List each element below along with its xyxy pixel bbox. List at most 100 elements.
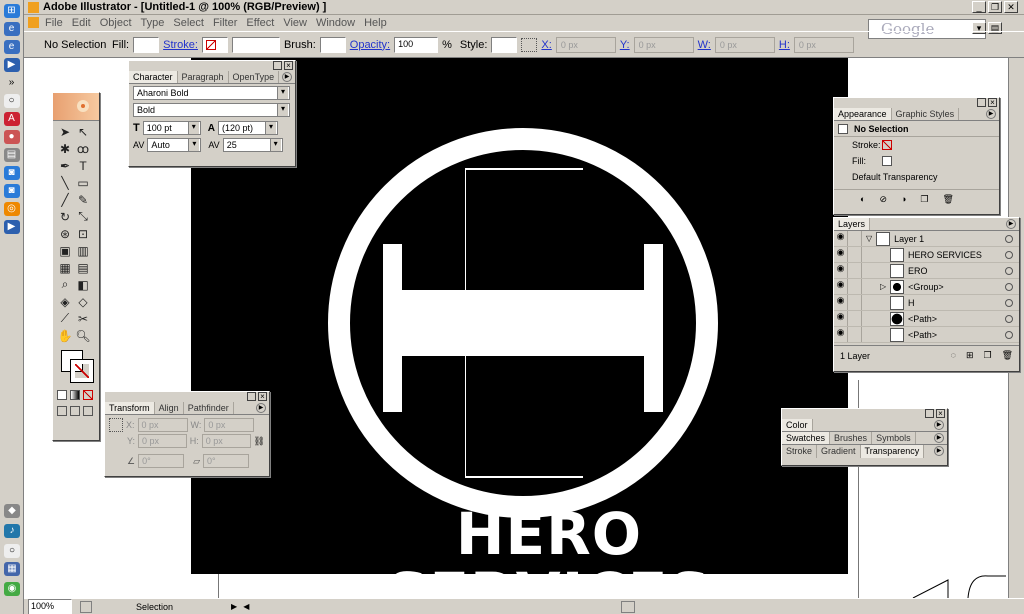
gradient-mode-icon[interactable] — [70, 390, 80, 400]
tab-symbols[interactable]: Symbols — [872, 432, 916, 444]
expand-triangle-icon[interactable]: ▷ — [880, 282, 886, 291]
delete-item-icon[interactable]: 🗑︎ — [943, 194, 954, 205]
layer-row-group[interactable]: ◉ ▷ <Group> — [834, 279, 1019, 295]
tray-icon-5[interactable]: ◉ — [4, 582, 20, 596]
none-mode-icon[interactable] — [83, 390, 93, 400]
appearance-selection-row[interactable]: No Selection — [834, 121, 999, 137]
slice-tool-icon[interactable]: ⟋ — [56, 310, 74, 327]
opacity-label[interactable]: Opacity: — [350, 39, 390, 51]
menu-object[interactable]: Object — [100, 17, 132, 29]
tab-opentype[interactable]: OpenType — [229, 71, 280, 83]
menu-file[interactable]: File — [45, 17, 63, 29]
app-icon-2[interactable]: ● — [3, 130, 20, 144]
lock-toggle[interactable] — [848, 231, 862, 246]
lock-toggle[interactable] — [848, 327, 862, 342]
lock-toggle[interactable] — [848, 311, 862, 326]
target-circle-icon[interactable] — [1005, 234, 1013, 243]
palette-menu-icon[interactable]: ▶ — [1006, 219, 1016, 229]
color-palette-header[interactable]: × — [782, 409, 947, 419]
visibility-eye-icon[interactable]: ◉ — [834, 231, 848, 246]
y-field[interactable]: 0 px — [633, 36, 694, 53]
minimize-palette-icon[interactable] — [247, 392, 256, 401]
rotate-tool-icon[interactable]: ↻ — [56, 208, 74, 225]
tab-swatches[interactable]: Swatches — [782, 432, 831, 444]
scroll-left-icon[interactable]: ◀ — [243, 602, 249, 611]
lock-toggle[interactable] — [848, 247, 862, 262]
tab-transparency[interactable]: Transparency — [860, 445, 925, 458]
zoom-menu-icon[interactable] — [80, 600, 92, 613]
stroke-swatch[interactable] — [201, 36, 228, 53]
free-transform-tool-icon[interactable]: ⊡ — [74, 225, 92, 242]
status-arrow-icon[interactable]: ▶ — [231, 602, 237, 611]
brush-picker[interactable] — [319, 36, 346, 53]
selection-tool-icon[interactable]: ➤ — [56, 123, 74, 140]
lasso-tool-icon[interactable]: ꝏ — [74, 140, 92, 157]
horizontal-scroll-thumb[interactable] — [621, 600, 636, 613]
warp-tool-icon[interactable]: ⊛ — [56, 225, 74, 242]
live-paint-tool-icon[interactable]: ◈ — [56, 293, 74, 310]
app-icon[interactable]: A — [3, 112, 20, 126]
delete-layer-icon[interactable]: 🗑︎ — [1002, 350, 1013, 361]
hand-tool-icon[interactable]: ✋ — [56, 327, 74, 344]
target-circle-icon[interactable] — [1005, 282, 1013, 291]
opacity-field[interactable]: 100 — [394, 36, 439, 53]
duplicate-item-icon[interactable]: ❐ — [920, 194, 928, 205]
lock-toggle[interactable] — [848, 263, 862, 278]
media-icon[interactable]: ▶ — [3, 58, 20, 72]
graph-tool-icon[interactable]: ▥ — [74, 242, 92, 259]
screen-mode-2-icon[interactable] — [70, 406, 80, 416]
blend-tool-icon[interactable]: ◧ — [74, 276, 92, 293]
zoom-tool-icon[interactable]: 🔍︎ — [74, 327, 92, 344]
new-art-icon[interactable]: ◐ — [860, 194, 865, 205]
app-icon-3[interactable]: ▤ — [3, 148, 20, 162]
app-icon-5[interactable]: ◙ — [3, 184, 20, 198]
style-picker[interactable] — [491, 36, 518, 53]
rectangle-tool-icon[interactable]: ▭ — [74, 174, 92, 191]
target-circle-icon[interactable] — [1005, 298, 1013, 307]
paintbrush-tool-icon[interactable]: ╱ — [56, 191, 74, 208]
visibility-eye-icon[interactable]: ◉ — [834, 247, 848, 262]
tab-paragraph[interactable]: Paragraph — [178, 71, 229, 83]
font-size-field[interactable]: 100 pt — [142, 121, 201, 135]
appearance-palette-header[interactable]: × — [834, 98, 999, 108]
app-icon-7[interactable]: ▶ — [3, 220, 20, 234]
scissors-tool-icon[interactable]: ✂ — [74, 310, 92, 327]
line-tool-icon[interactable]: ╲ — [56, 174, 74, 191]
color-mode-icon[interactable] — [57, 390, 67, 400]
tab-pathfinder[interactable]: Pathfinder — [184, 402, 234, 414]
x-field[interactable]: 0 px — [555, 36, 616, 53]
rotate-field[interactable]: 0° — [138, 454, 185, 468]
visibility-eye-icon[interactable]: ◉ — [834, 295, 848, 310]
start-icon[interactable]: ⊞ — [3, 4, 20, 18]
stroke-weight-field[interactable] — [231, 36, 280, 53]
tracking-field[interactable]: 25 — [222, 138, 283, 152]
transform-y-field[interactable]: 0 px — [138, 434, 187, 448]
target-circle-icon[interactable] — [1005, 314, 1013, 323]
layer-row-hero-services[interactable]: ◉ HERO SERVICES — [834, 247, 1019, 263]
minimize-button[interactable]: _ — [972, 1, 986, 13]
font-style-dropdown[interactable]: Bold — [133, 103, 290, 117]
tray-icon-3[interactable]: ○ — [4, 544, 20, 558]
tab-layers[interactable]: Layers — [834, 218, 871, 230]
document-icon[interactable] — [28, 17, 39, 28]
eyedropper-tool-icon[interactable]: ⌕ — [56, 276, 74, 293]
palette-menu-icon[interactable]: ▶ — [934, 446, 944, 456]
live-paint-selection-tool-icon[interactable]: ◇ — [74, 293, 92, 310]
menu-type[interactable]: Type — [141, 17, 165, 29]
fill-stroke-swatches[interactable] — [59, 348, 94, 388]
tab-color[interactable]: Color — [782, 419, 813, 431]
more-icon[interactable]: » — [4, 76, 20, 90]
layer-row-path-1[interactable]: ◉ <Path> — [834, 311, 1019, 327]
symbol-sprayer-tool-icon[interactable]: ▣ — [56, 242, 74, 259]
magic-wand-tool-icon[interactable]: ✱ — [56, 140, 74, 157]
layer-row-ero[interactable]: ◉ ERO — [834, 263, 1019, 279]
tray-icon-4[interactable]: ▦ — [4, 562, 20, 576]
leading-field[interactable]: (120 pt) — [217, 121, 278, 135]
layer-row-layer-1[interactable]: ◉ ▽ Layer 1 — [834, 231, 1019, 247]
target-circle-icon[interactable] — [1005, 266, 1013, 275]
direct-selection-tool-icon[interactable]: ↖ — [74, 123, 92, 140]
visibility-eye-icon[interactable]: ◉ — [834, 327, 848, 342]
target-circle-icon[interactable] — [1005, 250, 1013, 259]
layer-row-h[interactable]: ◉ H — [834, 295, 1019, 311]
palette-menu-icon[interactable]: ▶ — [986, 109, 996, 119]
